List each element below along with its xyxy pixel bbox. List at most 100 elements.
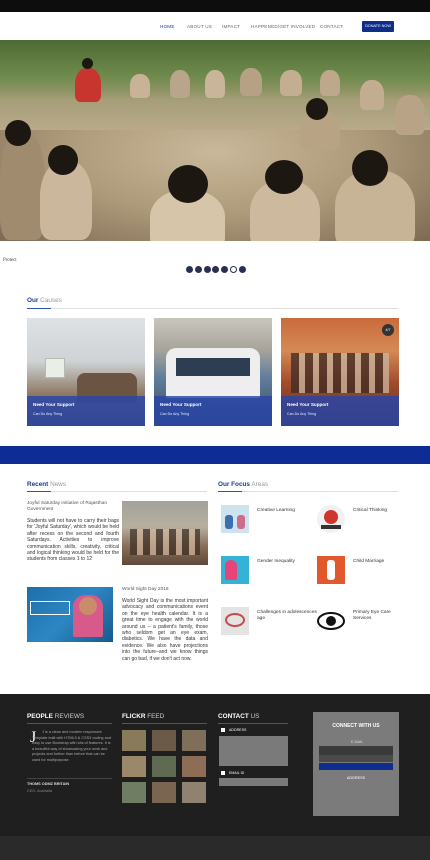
connect-name-input[interactable] [319, 755, 393, 762]
footer-bottom-bar [0, 836, 430, 860]
news-item-body: World Sight Day is the most important ad… [122, 598, 208, 662]
slider-dot[interactable] [203, 266, 211, 273]
connect-title: CONNECT WITH US [332, 723, 380, 729]
top-strip [0, 0, 430, 12]
flickr-thumbnail[interactable] [122, 782, 146, 803]
flickr-heading: FLICKR FEED [122, 713, 164, 720]
cause-card[interactable]: 4/7 Need Your Support Can Do Any Thing [281, 318, 399, 426]
poster-text-box [30, 601, 70, 615]
connect-submit-button[interactable] [319, 763, 393, 770]
flickr-thumbnail[interactable] [182, 756, 206, 777]
news-item-title[interactable]: World Sight Day 2018 [122, 587, 169, 592]
flickr-thumbnail[interactable] [152, 782, 176, 803]
child-figure [0, 130, 45, 240]
woman-face [79, 597, 97, 615]
email-field [219, 778, 288, 786]
causes-heading-accent: Our [27, 297, 39, 304]
news-heading-accent: Recent [27, 481, 49, 488]
main-navbar: HOME ABOUT US IMPACT HAPPENED/GET INVOLV… [0, 12, 430, 40]
location-icon [221, 728, 225, 732]
child-head [48, 145, 78, 175]
flickr-thumbnail[interactable] [122, 756, 146, 777]
focus-label[interactable]: Challenges in adolescences age [257, 610, 317, 622]
nav-happened[interactable]: HAPPENED/GET INVOLVED [251, 24, 315, 29]
cause-card[interactable]: Need Your Support Can Do Any Thing [27, 318, 145, 426]
contact-heading: CONTACT US [218, 713, 259, 720]
news-item-title[interactable]: Joyful Saturday initiative of Rajasthan … [27, 501, 119, 512]
news-image-sight-day[interactable] [27, 587, 113, 642]
cause-card[interactable]: Need Your Support Can Do Any Thing [154, 318, 272, 426]
focus-label[interactable]: Critical Thinking [353, 508, 387, 514]
blue-band [0, 446, 430, 464]
child-figure [280, 70, 302, 96]
connect-address-button[interactable]: ADDRESS [319, 774, 393, 783]
review-author: THOMS ODMZ BRITAIN [27, 782, 70, 786]
news-heading-rest: News [48, 481, 67, 488]
causes-heading-rest: Causes [38, 297, 62, 304]
flickr-heading-rest: FEED [145, 713, 165, 720]
flickr-thumbnail[interactable] [182, 730, 206, 751]
teacher-head [82, 58, 93, 69]
slider-dot[interactable] [221, 266, 229, 273]
cause-title: Need Your Support [33, 402, 75, 407]
focus-label[interactable]: Creative Learning [257, 508, 295, 514]
child-figure [395, 95, 425, 135]
window-shape [45, 358, 65, 378]
cause-subtitle: Can Do Any Thing [287, 412, 317, 416]
flickr-thumbnail[interactable] [182, 782, 206, 803]
slider-dot[interactable] [194, 266, 202, 273]
reviews-divider [27, 723, 112, 724]
gender-inequality-icon [221, 556, 249, 584]
review-divider [27, 778, 112, 779]
focus-label[interactable]: Child Marriage [353, 559, 384, 565]
causes-divider [27, 308, 398, 309]
hero-caption: Protect [3, 258, 17, 263]
reviews-heading-rest: REVIEWS [52, 713, 85, 720]
child-marriage-icon [317, 556, 345, 584]
slider-dots [186, 266, 246, 274]
flickr-thumbnail[interactable] [122, 730, 146, 751]
news-item-body: Students will not have to carry their ba… [27, 518, 119, 563]
donate-button[interactable]: DONATE NOW [362, 21, 394, 32]
causes-heading: Our Causes [27, 297, 62, 304]
child-head [352, 150, 388, 186]
child-head [168, 165, 208, 203]
news-image-classroom[interactable] [122, 501, 208, 565]
focus-label[interactable]: Primary Eye Care Services [353, 610, 405, 622]
email-input-label: E-MAIL [351, 740, 363, 744]
focus-heading-rest: Areas [249, 481, 269, 488]
cause-subtitle: Can Do Any Thing [160, 412, 190, 416]
slider-dot-active[interactable] [229, 266, 237, 273]
flickr-thumbnail[interactable] [152, 730, 176, 751]
connect-email-input[interactable] [319, 746, 393, 755]
cause-overlay: Need Your Support Can Do Any Thing [281, 396, 399, 426]
connect-form: CONNECT WITH US E-MAIL ADDRESS [313, 712, 399, 816]
child-figure [205, 70, 225, 98]
adolescence-icon [221, 607, 249, 635]
email-label: EMAIL ID [229, 771, 245, 775]
hero-image [0, 40, 430, 241]
child-figure [240, 68, 262, 96]
flickr-thumbnail[interactable] [152, 756, 176, 777]
contact-divider [218, 723, 288, 724]
focus-label[interactable]: Gender Inequality [257, 559, 295, 565]
students-shape [130, 529, 200, 555]
nav-impact[interactable]: IMPACT [222, 24, 240, 29]
children-group [291, 353, 389, 393]
address-label: ADDRESS [229, 728, 247, 732]
slider-dot[interactable] [186, 266, 193, 273]
nav-home[interactable]: HOME [160, 24, 175, 29]
slide-counter-badge: 4/7 [382, 324, 394, 336]
cause-subtitle: Can Do Any Thing [33, 412, 63, 416]
address-field [219, 736, 288, 766]
nav-about[interactable]: ABOUT US [187, 24, 212, 29]
nav-contact[interactable]: CONTACT [320, 24, 343, 29]
cause-title: Need Your Support [160, 402, 202, 407]
reviews-heading: PEOPLE REVIEWS [27, 713, 84, 720]
news-divider [27, 491, 207, 492]
slider-dot[interactable] [212, 266, 220, 273]
critical-thinking-icon [317, 505, 345, 533]
contact-heading-accent: CONTACT [218, 713, 249, 720]
slider-dot[interactable] [238, 266, 246, 273]
cause-overlay: Need Your Support Can Do Any Thing [27, 396, 145, 426]
